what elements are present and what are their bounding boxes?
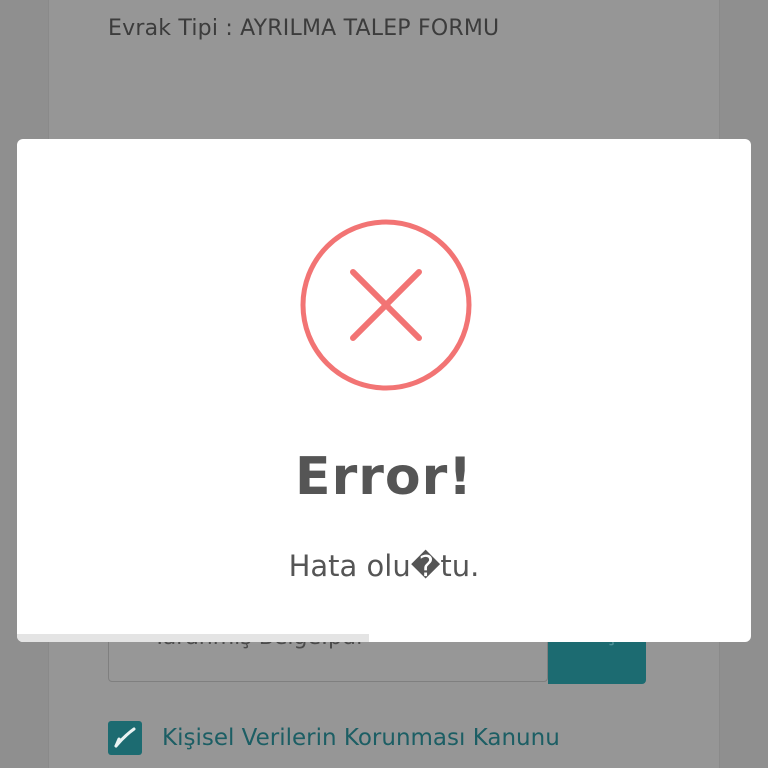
document-type-label: Evrak Tipi : AYRILMA TALEP FORMU [108, 16, 500, 41]
dialog-message: Hata olu�tu. [288, 549, 480, 583]
dialog-timer-progress [17, 634, 370, 642]
error-x-circle-icon [300, 219, 472, 391]
checkmark-icon [114, 727, 136, 748]
consent-checkbox[interactable] [108, 721, 142, 755]
error-dialog: Error! Hata olu�tu. [17, 139, 751, 642]
dialog-title: Error! [295, 447, 473, 507]
consent-row: Kişisel Verilerin Korunması Kanunu [108, 718, 560, 758]
consent-label[interactable]: Kişisel Verilerin Korunması Kanunu [162, 725, 560, 751]
